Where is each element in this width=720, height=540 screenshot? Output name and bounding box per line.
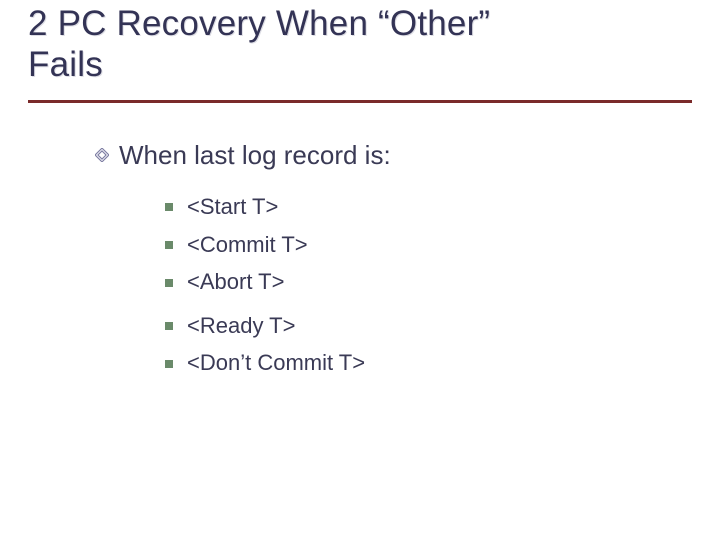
list-item: <Don’t Commit T>: [165, 349, 680, 378]
list-item-text: <Abort T>: [187, 268, 284, 297]
square-bullet-icon: [165, 360, 173, 368]
list-item: <Commit T>: [165, 231, 680, 260]
square-bullet-icon: [165, 203, 173, 211]
title-line-2: Fails: [28, 44, 692, 85]
slide: 2 PC Recovery When “Other” Fails When la…: [0, 0, 720, 540]
slide-title: 2 PC Recovery When “Other” Fails: [0, 0, 720, 92]
list-item-text: <Don’t Commit T>: [187, 349, 365, 378]
list-item: <Abort T>: [165, 268, 680, 297]
square-bullet-icon: [165, 241, 173, 249]
level2-list: <Start T> <Commit T> <Abort T> <Ready T>…: [95, 193, 680, 378]
bullet-level-1: When last log record is:: [95, 139, 680, 172]
title-line-1: 2 PC Recovery When “Other”: [28, 3, 692, 44]
list-item-text: <Start T>: [187, 193, 278, 222]
list-item: <Ready T>: [165, 312, 680, 341]
square-bullet-icon: [165, 322, 173, 330]
diamond-bullet-icon: [95, 148, 109, 162]
list-item-text: <Commit T>: [187, 231, 308, 260]
list-item: <Start T>: [165, 193, 680, 222]
level1-text: When last log record is:: [119, 139, 391, 172]
square-bullet-icon: [165, 279, 173, 287]
slide-body: When last log record is: <Start T> <Comm…: [0, 103, 720, 378]
list-item-text: <Ready T>: [187, 312, 295, 341]
